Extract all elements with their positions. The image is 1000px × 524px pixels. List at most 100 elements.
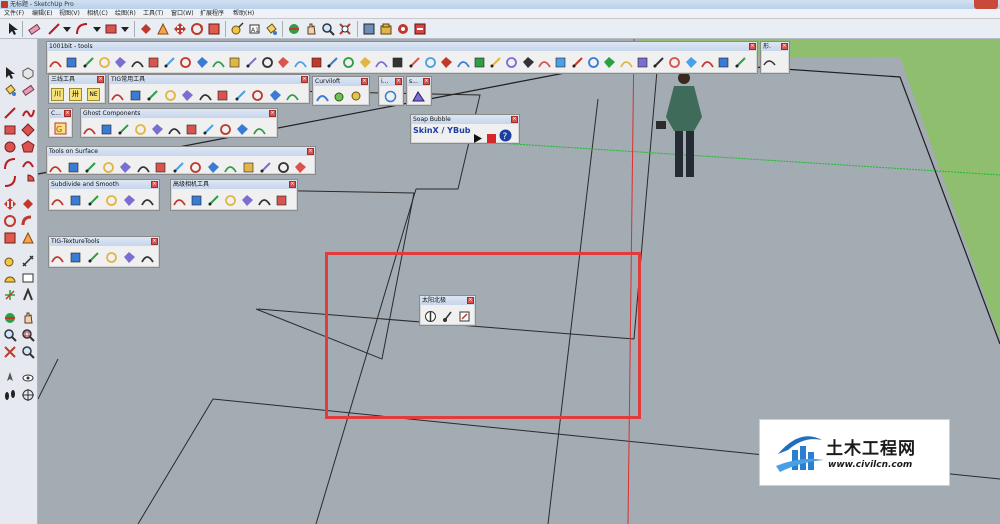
bit1001-tool-icon[interactable] — [228, 56, 241, 69]
sanxian-button-2[interactable]: 卅 — [69, 88, 82, 101]
menu-extensions[interactable]: 扩展程序 — [200, 9, 224, 19]
bit1001-tool-icon[interactable] — [505, 56, 518, 69]
bit1001-tool-icon[interactable] — [473, 56, 486, 69]
tig-common-tool-icon[interactable] — [198, 89, 212, 102]
tig-common-tool-icon[interactable] — [164, 89, 177, 102]
camera-tool-icon[interactable] — [241, 194, 254, 207]
toolbar-close-button[interactable]: × — [511, 116, 518, 123]
bit1001-tool-icon[interactable] — [342, 56, 355, 69]
camera-tool-icon[interactable] — [173, 194, 186, 207]
arc-tool-icon[interactable] — [3, 157, 17, 171]
camera-tool-icon[interactable] — [207, 194, 220, 207]
ghost-component-tool-icon[interactable] — [134, 123, 147, 136]
pencil-line-icon[interactable] — [3, 106, 17, 120]
surface-tool-icon[interactable] — [277, 161, 290, 174]
curviloft-path-icon[interactable] — [350, 90, 363, 103]
menu-edit[interactable]: 编辑(E) — [32, 9, 52, 19]
move-icon[interactable] — [3, 197, 17, 211]
zoom-icon[interactable] — [3, 328, 17, 342]
rectangle-tool-icon[interactable] — [3, 123, 17, 137]
rotated-rectangle-icon[interactable] — [21, 123, 35, 137]
bit1001-tool-icon[interactable] — [440, 56, 453, 69]
curviloft-skin-icon[interactable] — [333, 90, 346, 103]
play-icon[interactable] — [471, 132, 482, 143]
subdivide-tool-icon[interactable] — [123, 194, 136, 207]
toolbar-close-button[interactable]: × — [289, 181, 296, 188]
bit1001-tool-icon[interactable] — [196, 56, 209, 69]
push-pull-icon[interactable] — [21, 197, 35, 211]
toolbar-close-button[interactable]: × — [307, 148, 314, 155]
bit1001-tool-icon[interactable] — [114, 56, 127, 69]
paint-bucket-icon[interactable] — [3, 83, 17, 97]
tig-common-tool-icon[interactable] — [269, 89, 282, 102]
surface-tool-icon[interactable] — [67, 161, 80, 174]
tig-common-tool-icon[interactable] — [129, 89, 142, 102]
ghost-component-tool-icon[interactable] — [253, 123, 266, 136]
window-close-button[interactable] — [974, 0, 998, 9]
surface-tool-icon[interactable] — [102, 161, 115, 174]
tig-common-tool-icon[interactable] — [111, 89, 124, 102]
toolbar-close-button[interactable]: × — [749, 43, 756, 50]
walk-icon[interactable] — [3, 388, 17, 402]
tig-common-tool-icon[interactable] — [251, 89, 264, 102]
ghost-component-tool-icon[interactable] — [117, 123, 130, 136]
toolbar-close-button[interactable]: × — [395, 78, 402, 85]
bit1001-tool-icon[interactable] — [408, 56, 421, 69]
toolbar-close-button[interactable]: × — [97, 76, 104, 83]
tig-common-tool-icon[interactable] — [234, 89, 247, 102]
freehand-icon[interactable] — [21, 106, 35, 120]
toolbar-close-button[interactable]: × — [781, 43, 788, 50]
follow-me-icon[interactable] — [21, 214, 35, 228]
texture-tool-icon[interactable] — [123, 251, 136, 264]
texture-tool-icon[interactable] — [105, 251, 118, 264]
camera-tool-icon[interactable] — [224, 194, 237, 207]
bit1001-tool-icon[interactable] — [522, 56, 535, 69]
toolbar-close-button[interactable]: × — [151, 238, 158, 245]
bit1001-tool-icon[interactable] — [130, 56, 144, 69]
ghost-component-tool-icon[interactable] — [202, 123, 215, 136]
toolbar-close-button[interactable]: × — [64, 110, 71, 117]
surface-tool-icon[interactable] — [207, 161, 220, 174]
ghost-component-tool-icon[interactable] — [168, 123, 181, 136]
bit1001-tool-icon[interactable] — [571, 56, 584, 69]
arc-3point-icon[interactable] — [3, 174, 17, 188]
section-plane-icon[interactable] — [21, 388, 35, 402]
dimension-icon[interactable] — [21, 254, 35, 268]
bit1001-tool-icon[interactable] — [147, 56, 160, 69]
bit1001-tool-icon[interactable] — [310, 56, 323, 69]
sanxian-button-3[interactable]: NE — [87, 88, 100, 101]
dropdown-chevron-icon[interactable] — [60, 22, 74, 36]
surface-tool-icon[interactable] — [189, 161, 202, 174]
offset-icon[interactable] — [156, 22, 170, 36]
select-arrow-icon[interactable] — [3, 66, 17, 80]
make-component-icon[interactable] — [21, 66, 35, 80]
bit1001-tool-icon[interactable] — [245, 56, 258, 69]
bit1001-tool-icon[interactable] — [375, 56, 388, 69]
bit1001-tool-icon[interactable] — [179, 56, 192, 69]
menu-window[interactable]: 窗口(W) — [171, 9, 194, 19]
toolbar-close-button[interactable]: × — [269, 110, 276, 117]
texture-tool-icon[interactable] — [69, 251, 82, 264]
ghost-component-tool-icon[interactable] — [151, 123, 164, 136]
toolbar-close-button[interactable]: × — [361, 78, 368, 85]
sanxian-button-1[interactable]: 川 — [51, 88, 64, 101]
toolbar-close-button[interactable]: × — [151, 181, 158, 188]
bit1001-tool-icon[interactable] — [668, 56, 681, 69]
bit1001-tool-icon[interactable] — [163, 56, 176, 69]
components-icon[interactable] — [379, 22, 393, 36]
bit1001-tool-icon[interactable] — [619, 56, 633, 69]
surface-tool-icon[interactable] — [49, 161, 62, 174]
axes-icon[interactable] — [3, 288, 17, 302]
shape-bender-icon[interactable] — [412, 90, 425, 103]
curviloft-loft-icon[interactable] — [316, 90, 329, 103]
scale-icon[interactable] — [207, 22, 221, 36]
tape-measure-icon[interactable] — [3, 254, 17, 268]
help-icon[interactable]: ? — [499, 129, 512, 142]
subdivide-tool-icon[interactable] — [105, 194, 118, 207]
surface-tool-icon[interactable] — [294, 161, 307, 174]
bit1001-tool-icon[interactable] — [326, 56, 339, 69]
bit1001-tool-icon[interactable] — [359, 56, 372, 69]
surface-tool-icon[interactable] — [259, 161, 272, 174]
bit1001-tool-icon[interactable] — [489, 56, 502, 69]
subdivide-tool-icon[interactable] — [87, 194, 100, 207]
